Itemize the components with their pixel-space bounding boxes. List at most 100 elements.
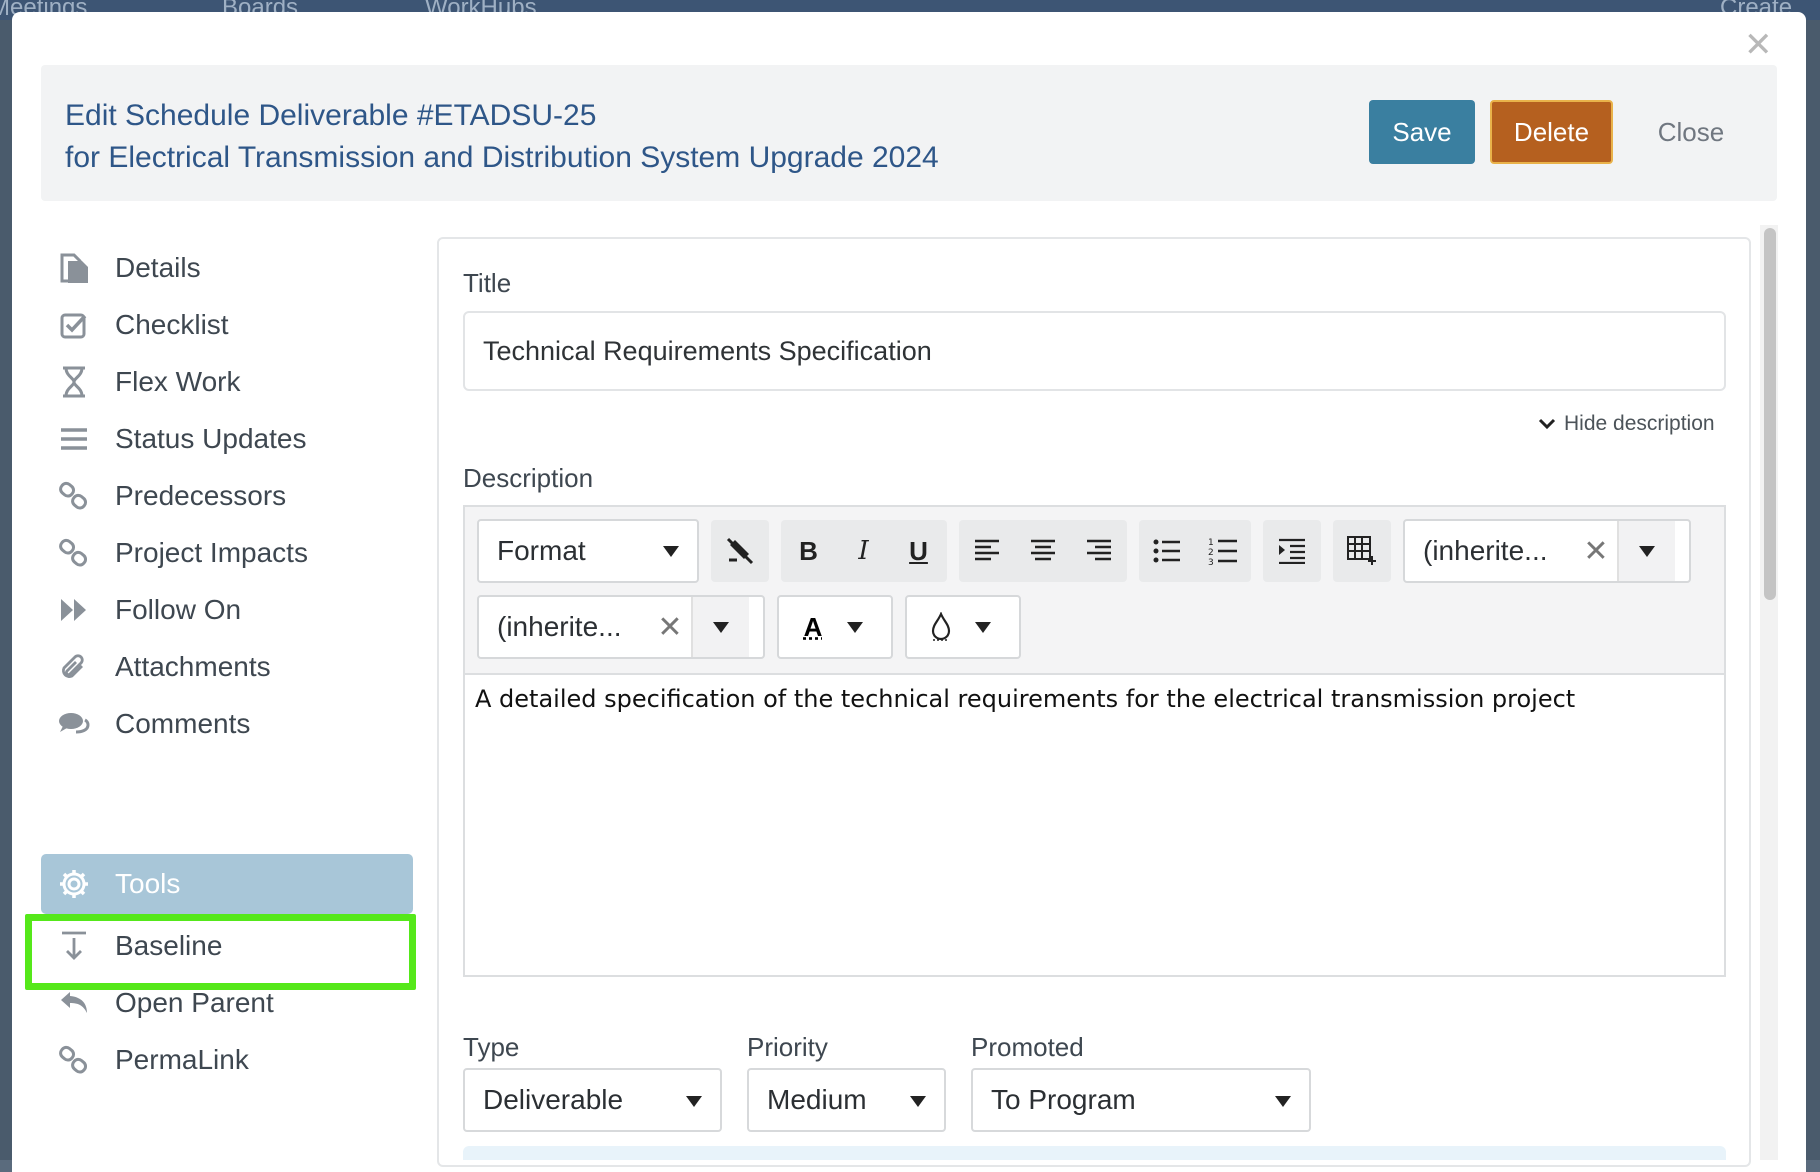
link-icon bbox=[49, 481, 99, 511]
sidebar-item-label: Attachments bbox=[115, 651, 271, 683]
svg-text:3: 3 bbox=[1208, 558, 1214, 566]
caret-down-icon bbox=[910, 1096, 926, 1107]
caret-down-icon bbox=[663, 546, 679, 557]
sidebar-item-label: Details bbox=[115, 252, 201, 284]
hourglass-icon bbox=[49, 366, 99, 398]
priority-select-value: Medium bbox=[767, 1084, 867, 1116]
sidebar-item-permalink[interactable]: PermaLink bbox=[41, 1032, 413, 1088]
caret-down-icon bbox=[713, 622, 729, 633]
title-input[interactable]: Technical Requirements Specification bbox=[463, 311, 1726, 391]
fast-forward-icon bbox=[49, 597, 99, 623]
sidebar-item-label: Tools bbox=[115, 868, 180, 900]
sidebar-item-label: Follow On bbox=[115, 594, 241, 626]
svg-text:1: 1 bbox=[1208, 538, 1214, 548]
scrollbar-thumb[interactable] bbox=[1764, 228, 1776, 600]
font-family-select[interactable]: (inherite... ✕ bbox=[1403, 519, 1691, 583]
link-icon bbox=[49, 1045, 99, 1075]
sidebar-item-label: Status Updates bbox=[115, 423, 306, 455]
toolbar-group-table bbox=[1333, 520, 1391, 582]
sidebar-item-comments[interactable]: Comments bbox=[41, 696, 413, 752]
sidebar-item-status-updates[interactable]: Status Updates bbox=[41, 411, 413, 467]
toolbar-group-text-style: B I U bbox=[781, 520, 947, 582]
sidebar-item-label: PermaLink bbox=[115, 1044, 249, 1076]
priority-select[interactable]: Medium bbox=[747, 1068, 946, 1132]
chevron-down-icon bbox=[1538, 412, 1556, 436]
link-icon bbox=[49, 538, 99, 568]
sidebar-item-label: Comments bbox=[115, 708, 250, 740]
type-select[interactable]: Deliverable bbox=[463, 1068, 722, 1132]
hide-description-toggle[interactable]: Hide description bbox=[1538, 412, 1715, 436]
backdrop-left bbox=[0, 20, 12, 1160]
background-color-picker[interactable] bbox=[905, 595, 1021, 659]
caret-down-icon bbox=[975, 622, 991, 633]
page-title: Edit Schedule Deliverable #ETADSU-25 for… bbox=[65, 95, 939, 179]
sidebar-item-details[interactable]: Details bbox=[41, 240, 413, 296]
indent-icon[interactable] bbox=[1263, 520, 1321, 582]
bullet-list-icon[interactable] bbox=[1139, 520, 1195, 582]
title-line-2: for Electrical Transmission and Distribu… bbox=[65, 137, 939, 179]
caret-down-icon bbox=[847, 622, 863, 633]
sidebar-item-attachments[interactable]: Attachments bbox=[41, 639, 413, 695]
caret-down-icon bbox=[1275, 1096, 1291, 1107]
table-icon[interactable] bbox=[1333, 520, 1391, 582]
highlight-box bbox=[25, 914, 416, 990]
type-field-label: Type bbox=[463, 1032, 519, 1063]
promoted-field-label: Promoted bbox=[971, 1032, 1084, 1063]
numbered-list-icon[interactable]: 123 bbox=[1195, 520, 1251, 582]
text-color-picker[interactable]: A bbox=[777, 595, 893, 659]
dropdown-toggle[interactable] bbox=[1617, 521, 1675, 581]
hide-description-label: Hide description bbox=[1564, 412, 1715, 436]
clear-icon[interactable]: ✕ bbox=[1575, 534, 1617, 569]
toolbar-group-lists: 123 bbox=[1139, 520, 1251, 582]
align-left-icon[interactable] bbox=[959, 520, 1015, 582]
sidebar-item-follow-on[interactable]: Follow On bbox=[41, 582, 413, 638]
promoted-select[interactable]: To Program bbox=[971, 1068, 1311, 1132]
document-icon bbox=[49, 251, 99, 285]
sidebar-item-predecessors[interactable]: Predecessors bbox=[41, 468, 413, 524]
editor-toolbar: Format B I U 1 2 3 (inherite... ✕ (inher… bbox=[465, 507, 1724, 675]
sidebar-item-checklist[interactable]: Checklist bbox=[41, 297, 413, 353]
list-icon bbox=[49, 427, 99, 451]
bold-icon[interactable]: B bbox=[781, 520, 836, 582]
svg-text:2: 2 bbox=[1208, 548, 1214, 558]
gear-icon bbox=[49, 868, 99, 900]
align-right-icon[interactable] bbox=[1071, 520, 1127, 582]
reply-icon bbox=[49, 989, 99, 1017]
type-select-value: Deliverable bbox=[483, 1084, 623, 1116]
remove-format-icon[interactable] bbox=[711, 520, 769, 582]
sidebar-item-flex-work[interactable]: Flex Work bbox=[41, 354, 413, 410]
drop-icon bbox=[907, 612, 975, 642]
sidebar-item-label: Predecessors bbox=[115, 480, 286, 512]
toolbar-group-align bbox=[959, 520, 1127, 582]
modal-close-icon[interactable]: ✕ bbox=[1744, 28, 1773, 62]
save-button[interactable]: Save bbox=[1369, 100, 1475, 164]
description-content[interactable]: A detailed specification of the technica… bbox=[475, 685, 1575, 713]
align-center-icon[interactable] bbox=[1015, 520, 1071, 582]
delete-button[interactable]: Delete bbox=[1490, 100, 1613, 164]
sidebar-item-label: Project Impacts bbox=[115, 537, 308, 569]
caret-down-icon bbox=[1639, 546, 1655, 557]
description-editor: Format B I U 1 2 3 (inherite... ✕ (inher… bbox=[463, 505, 1726, 977]
title-line-1: Edit Schedule Deliverable #ETADSU-25 bbox=[65, 95, 939, 137]
toolbar-group-indent bbox=[1263, 520, 1321, 582]
comments-icon bbox=[49, 710, 99, 738]
description-field-label: Description bbox=[463, 463, 593, 494]
font-size-select[interactable]: (inherite... ✕ bbox=[477, 595, 765, 659]
font-family-value: (inherite... bbox=[1405, 535, 1575, 567]
font-size-value: (inherite... bbox=[479, 611, 649, 643]
italic-icon[interactable]: I bbox=[836, 520, 891, 582]
backdrop-right bbox=[1806, 20, 1820, 1160]
checkbox-icon bbox=[49, 310, 99, 340]
underline-icon[interactable]: U bbox=[891, 520, 946, 582]
format-select[interactable]: Format bbox=[477, 519, 699, 583]
dropdown-toggle[interactable] bbox=[691, 597, 749, 657]
sidebar-item-label: Flex Work bbox=[115, 366, 241, 398]
toolbar-group-clear bbox=[711, 520, 769, 582]
sidebar-item-tools[interactable]: Tools bbox=[41, 854, 413, 914]
clear-icon[interactable]: ✕ bbox=[649, 610, 691, 645]
caret-down-icon bbox=[686, 1096, 702, 1107]
sidebar-item-project-impacts[interactable]: Project Impacts bbox=[41, 525, 413, 581]
text-color-icon: A bbox=[779, 612, 847, 643]
info-panel-edge bbox=[463, 1146, 1726, 1160]
close-button[interactable]: Close bbox=[1636, 100, 1746, 164]
